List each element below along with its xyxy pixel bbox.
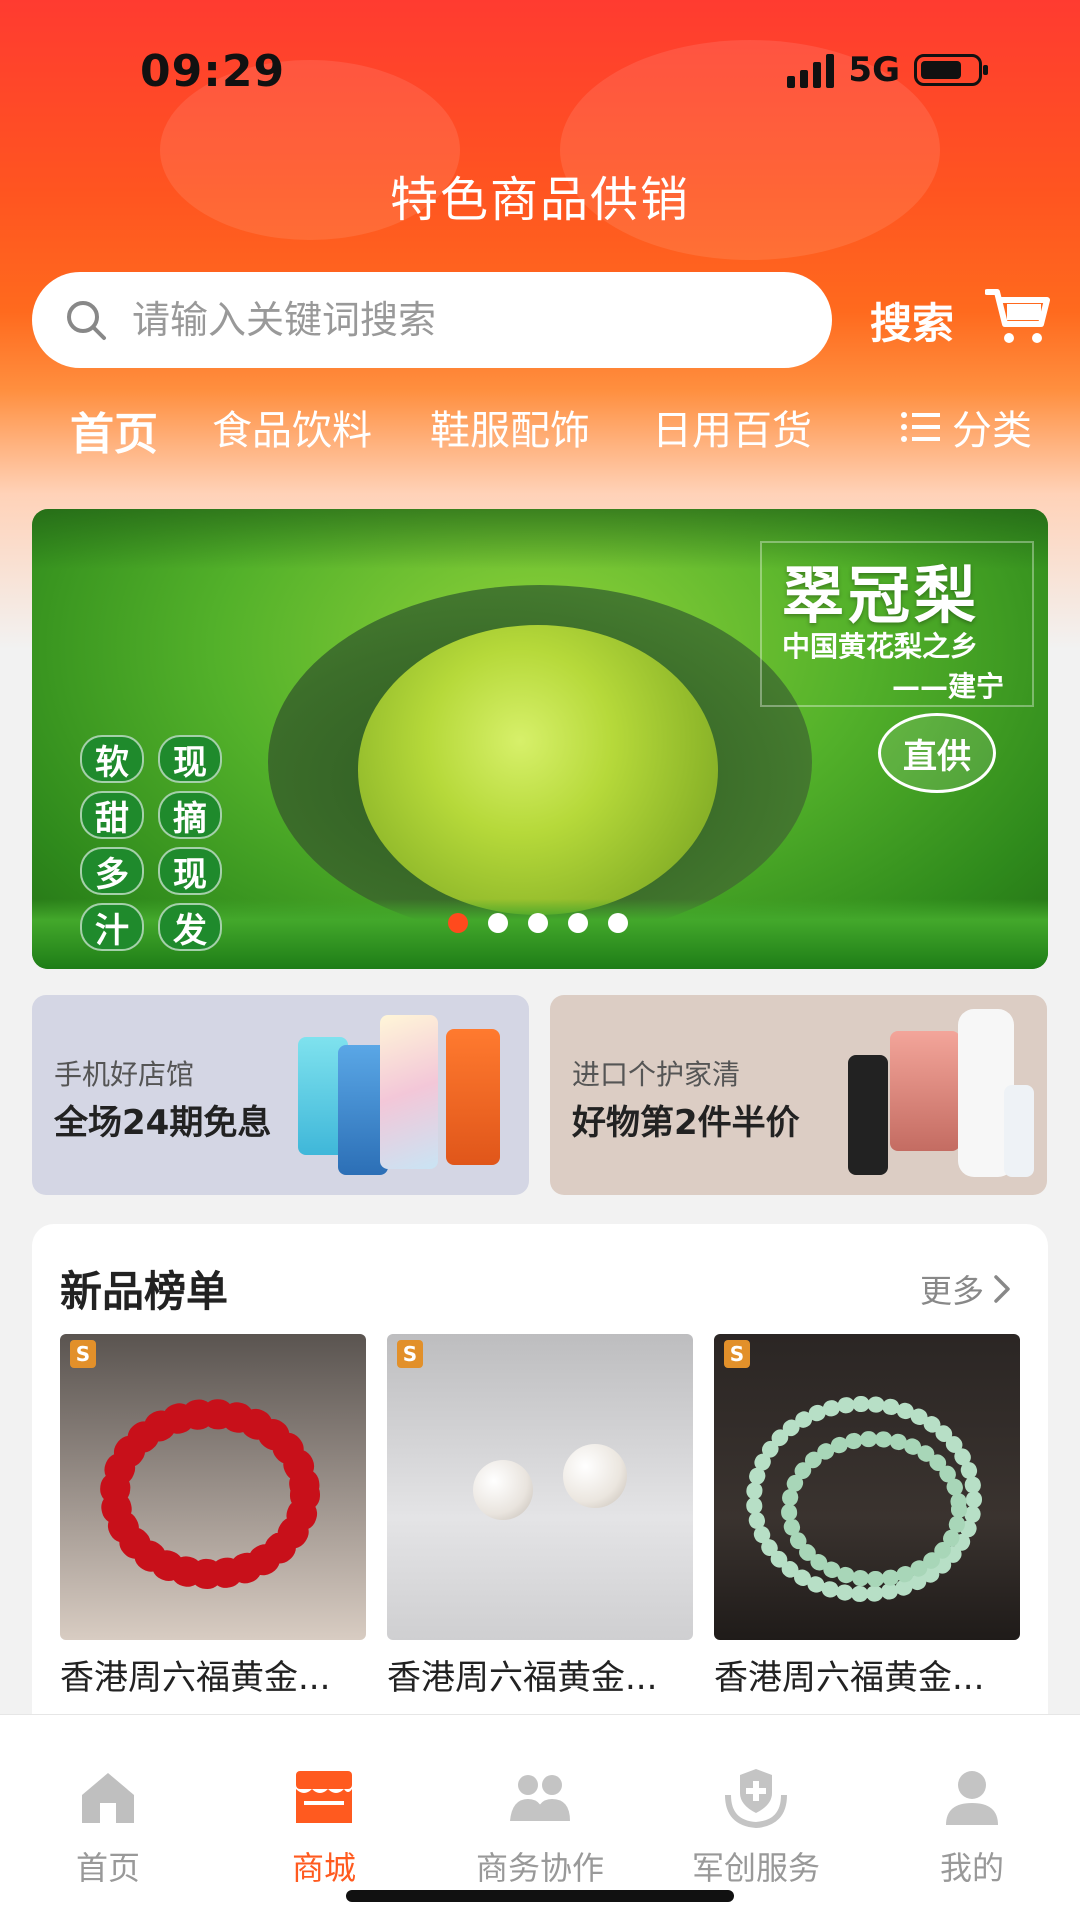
search-input[interactable] xyxy=(130,297,774,343)
carousel-dot[interactable] xyxy=(488,913,508,933)
banner-photo-frame xyxy=(268,585,812,939)
status-time: 09:29 xyxy=(140,46,286,97)
banner-origin: ——建宁 xyxy=(892,670,1005,703)
category-tab-home[interactable]: 首页 xyxy=(70,398,158,462)
promo-card-personal-care[interactable]: 进口个护家清 好物第2件半价 xyxy=(550,995,1047,1195)
pearl-earring-image xyxy=(473,1460,533,1520)
brand-logo: S xyxy=(397,1340,423,1368)
promo-subtitle: 手机好店馆 xyxy=(54,1058,195,1091)
cart-icon[interactable] xyxy=(985,286,1051,346)
promo-banner[interactable]: 软 甜 多 汁 现 摘 现 发 翠冠梨 中国黄花梨之乡 ——建宁 直供 xyxy=(32,509,1048,969)
slogan-char: 甜 xyxy=(80,791,144,839)
product-image: S xyxy=(387,1334,693,1640)
slogan-char: 多 xyxy=(80,847,144,895)
page-title: 特色商品供销 xyxy=(389,172,690,228)
promo-subtitle: 进口个护家清 xyxy=(572,1058,741,1091)
search-icon xyxy=(67,301,106,340)
category-menu-button[interactable]: 分类 xyxy=(900,398,1032,456)
direct-supply-badge: 直供 xyxy=(878,713,996,793)
tab-profile[interactable]: 我的 xyxy=(872,1765,1072,1889)
more-label: 更多 xyxy=(919,1272,984,1310)
necklace-illustration xyxy=(746,1396,982,1602)
carousel-dot[interactable] xyxy=(528,913,548,933)
chevron-right-icon xyxy=(994,1275,1010,1303)
product-card[interactable]: S 香港周六福黄金... xyxy=(60,1334,366,1699)
tab-service[interactable]: 军创服务 xyxy=(656,1765,856,1889)
phone-image xyxy=(446,1029,500,1165)
carousel-dot[interactable] xyxy=(608,913,628,933)
tab-label: 首页 xyxy=(75,1849,140,1887)
product-name: 香港周六福黄金... xyxy=(60,1658,331,1698)
section-title: 新品榜单 xyxy=(60,1267,229,1316)
product-box-image xyxy=(890,1031,960,1151)
category-menu-label: 分类 xyxy=(952,408,1032,454)
slogan-char: 现 xyxy=(158,847,222,895)
search-button[interactable]: 搜索 xyxy=(870,290,954,351)
tab-business[interactable]: 商务协作 xyxy=(440,1765,640,1889)
product-bottle-image xyxy=(1004,1085,1034,1177)
carousel-dot[interactable] xyxy=(568,913,588,933)
business-icon xyxy=(510,1775,570,1821)
product-card[interactable]: S 香港周六福黄金... xyxy=(714,1334,1020,1699)
carousel-indicator xyxy=(32,913,1048,933)
new-products-section: 新品榜单 更多 S 香港周六福黄金... S 香港周六福黄金... S 香港周六… xyxy=(32,1224,1048,1744)
product-name: 香港周六福黄金... xyxy=(387,1658,658,1698)
search-bar[interactable] xyxy=(32,272,832,368)
tab-label: 商城 xyxy=(291,1849,356,1887)
category-tab-food[interactable]: 食品饮料 xyxy=(212,398,372,456)
pearl-earring-image xyxy=(563,1444,627,1508)
service-icon xyxy=(725,1769,787,1829)
home-indicator[interactable] xyxy=(346,1890,734,1902)
phone-image xyxy=(380,1015,438,1169)
more-link[interactable]: 更多 xyxy=(920,1266,1012,1312)
list-icon xyxy=(901,412,940,442)
pear-image xyxy=(358,625,718,915)
product-bottle-image xyxy=(848,1055,888,1175)
slogan-char: 摘 xyxy=(158,791,222,839)
profile-icon xyxy=(946,1771,998,1825)
product-card[interactable]: S 香港周六福黄金... xyxy=(387,1334,693,1699)
tab-label: 军创服务 xyxy=(691,1849,820,1887)
store-icon xyxy=(296,1771,352,1823)
network-label: 5G xyxy=(848,50,900,90)
bracelet-illustration xyxy=(100,1399,320,1589)
slogan-char: 现 xyxy=(158,735,222,783)
promo-card-phones[interactable]: 手机好店馆 全场24期免息 xyxy=(32,995,529,1195)
tab-home[interactable]: 首页 xyxy=(8,1765,208,1889)
category-tab-apparel[interactable]: 鞋服配饰 xyxy=(430,398,590,456)
slogan-char: 软 xyxy=(80,735,144,783)
promo-headline: 全场24期免息 xyxy=(54,1103,272,1143)
product-image: S xyxy=(714,1334,1020,1640)
signal-icon xyxy=(787,52,835,88)
product-name: 香港周六福黄金... xyxy=(714,1658,985,1698)
banner-subtitle: 中国黄花梨之乡 xyxy=(782,630,979,663)
tab-store[interactable]: 商城 xyxy=(224,1765,424,1889)
category-nav: 首页 食品饮料 鞋服配饰 日用百货 分类 xyxy=(0,398,1080,460)
carousel-dot[interactable] xyxy=(448,913,468,933)
tab-label: 我的 xyxy=(939,1849,1004,1887)
status-indicators: 5G xyxy=(787,50,988,90)
category-tab-daily[interactable]: 日用百货 xyxy=(652,398,812,456)
product-image: S xyxy=(60,1334,366,1640)
banner-title: 翠冠梨 xyxy=(782,559,981,632)
home-icon xyxy=(82,1773,134,1823)
tab-label: 商务协作 xyxy=(475,1849,604,1887)
battery-icon xyxy=(914,54,988,86)
promo-headline: 好物第2件半价 xyxy=(572,1103,800,1143)
